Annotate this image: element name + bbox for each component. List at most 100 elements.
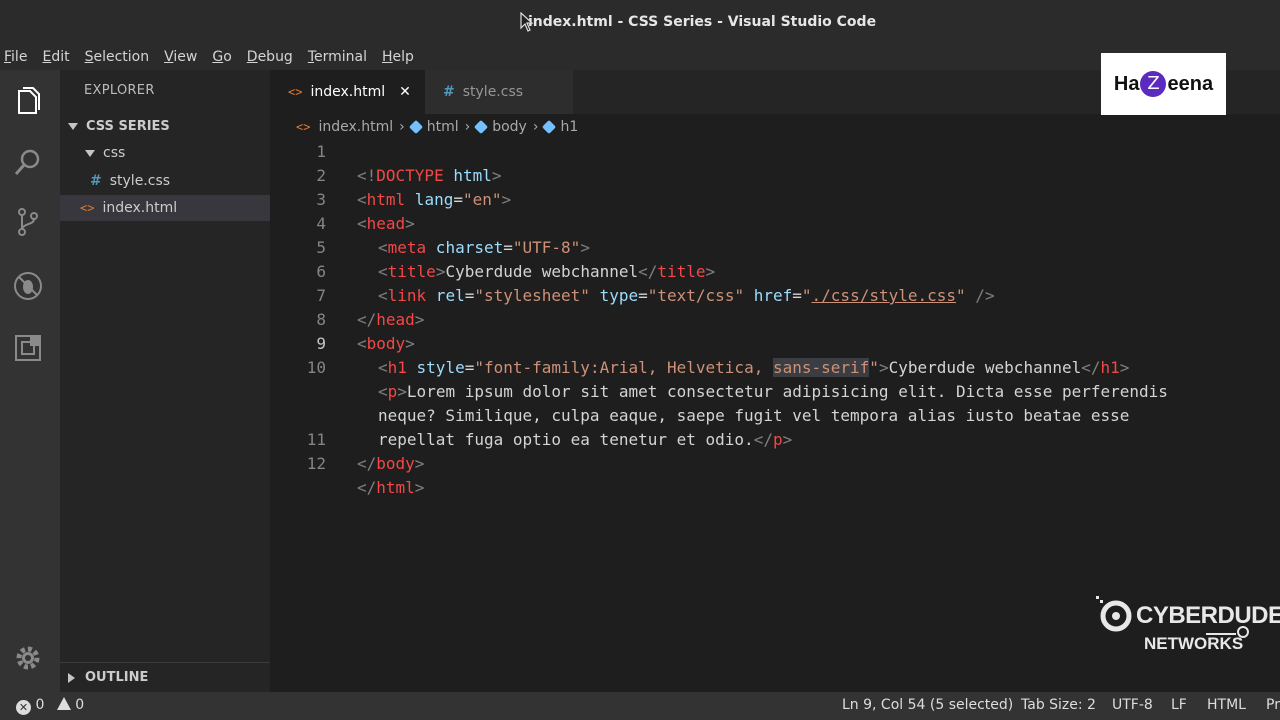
- menu-debug-mnemonic: D: [246, 49, 258, 65]
- outline-section[interactable]: OUTLINE: [60, 662, 270, 692]
- html-file-icon: <>: [288, 85, 303, 99]
- code-line: </body>: [357, 454, 425, 473]
- menu-selection[interactable]: Selection: [85, 49, 150, 65]
- menu-go-mnemonic: G: [212, 49, 224, 65]
- line-number: 6: [316, 262, 326, 281]
- file-index-html[interactable]: <> index.html: [60, 195, 270, 221]
- tab-label: index.html: [310, 84, 386, 100]
- line-number: 2: [316, 166, 326, 185]
- chevron-right-icon: ›: [464, 119, 471, 135]
- line-number: 8: [316, 310, 326, 329]
- code-line: <p>Lorem ipsum dolor sit amet consectetu…: [378, 382, 1168, 401]
- debug-icon[interactable]: [10, 268, 46, 304]
- title-bar: index.html - CSS Series - Visual Studio …: [0, 0, 1280, 44]
- activity-bar: [0, 70, 60, 692]
- tab-label: style.css: [462, 84, 524, 100]
- line-number: 5: [316, 238, 326, 257]
- file-label: style.css: [109, 173, 171, 189]
- chevron-right-icon: [68, 672, 75, 683]
- language-mode[interactable]: HTML: [1207, 697, 1246, 713]
- folder-css[interactable]: css: [60, 140, 270, 166]
- code-line-wrapped: repellat fuga optio ea tenetur et odio.<…: [378, 430, 793, 449]
- outline-title: OUTLINE: [85, 670, 149, 685]
- menu-help-rest: elp: [392, 49, 414, 65]
- workspace-section[interactable]: CSS SERIES: [60, 113, 270, 139]
- line-number: 3: [316, 190, 326, 209]
- chevron-down-icon: [68, 122, 78, 130]
- tab-index-html[interactable]: <> index.html ✕: [270, 70, 425, 114]
- source-control-icon[interactable]: [10, 204, 46, 240]
- gear-icon[interactable]: [10, 640, 46, 676]
- mouse-cursor-icon: [520, 12, 534, 32]
- logo-line-2: NETWORKS: [1144, 634, 1244, 653]
- menu-go[interactable]: Go: [212, 49, 231, 65]
- menu-debug[interactable]: Debug: [247, 49, 293, 65]
- encoding[interactable]: UTF-8: [1112, 697, 1153, 713]
- code-line: </head>: [357, 310, 425, 329]
- code-line: <meta charset="UTF-8">: [378, 238, 590, 257]
- code-line: </html>: [357, 478, 425, 497]
- breadcrumb-h1[interactable]: h1: [560, 119, 578, 135]
- logo-text-right: eena: [1167, 72, 1214, 95]
- explorer-header: EXPLORER: [84, 83, 155, 98]
- file-label: index.html: [102, 200, 178, 216]
- window-title: index.html - CSS Series - Visual Studio …: [527, 14, 877, 30]
- menu-help[interactable]: Help: [382, 49, 414, 65]
- html-file-icon: <>: [296, 120, 311, 134]
- files-icon[interactable]: [10, 84, 46, 120]
- logo-text-mid: Z: [1140, 71, 1167, 97]
- logo-text-left: Ha: [1113, 72, 1140, 95]
- warning-count: 0: [75, 697, 85, 713]
- cursor-position[interactable]: Ln 9, Col 54 (5 selected): [842, 697, 1013, 713]
- text-selection: sans-serif: [772, 358, 870, 377]
- menu-view[interactable]: View: [164, 49, 197, 65]
- breadcrumb-body[interactable]: body: [492, 119, 527, 135]
- breadcrumb: <> index.html › html › body › h1: [270, 114, 1280, 140]
- logo-line-1: CYBERDUDE: [1136, 602, 1280, 629]
- menu-terminal[interactable]: Terminal: [308, 49, 367, 65]
- warning-icon: [56, 697, 71, 710]
- channel-logo: Ha Zeena: [1101, 53, 1226, 115]
- line-number: 1: [316, 142, 326, 161]
- html-file-icon: <>: [80, 201, 95, 215]
- status-item-cut[interactable]: Pr: [1266, 697, 1280, 713]
- breadcrumb-file[interactable]: index.html: [318, 119, 393, 135]
- chevron-right-icon: ›: [399, 119, 405, 135]
- code-line: <h1 style="font-family:Arial, Helvetica,…: [378, 358, 1130, 377]
- extensions-icon[interactable]: [10, 330, 46, 366]
- error-icon: ✕: [16, 700, 31, 715]
- tab-size[interactable]: Tab Size: 2: [1021, 697, 1096, 713]
- line-number: 11: [306, 430, 326, 449]
- css-file-icon: #: [90, 173, 102, 189]
- file-style-css[interactable]: # style.css: [60, 168, 270, 194]
- workspace-title: CSS SERIES: [86, 118, 170, 134]
- menu-view-rest: iew: [173, 49, 198, 65]
- menu-terminal-rest: erminal: [314, 49, 368, 65]
- line-number: 4: [316, 214, 326, 233]
- line-number: 10: [306, 358, 326, 377]
- chevron-down-icon: [85, 149, 95, 157]
- menu-edit[interactable]: Edit: [42, 49, 69, 65]
- code-line: <html lang="en">: [357, 190, 512, 209]
- code-line: <title>Cyberdude webchannel</title>: [378, 262, 716, 281]
- href-link: ./css/style.css: [811, 286, 957, 305]
- menu-bar: File Edit Selection View Go Debug Termin…: [0, 44, 1280, 70]
- explorer-sidebar: EXPLORER CSS SERIES css # style.css <> i…: [60, 70, 270, 692]
- menu-selection-rest: election: [93, 49, 150, 65]
- code-line: <body>: [357, 334, 415, 353]
- tab-style-css[interactable]: # style.css: [425, 70, 573, 114]
- cyberdude-logo: CYBERDUDE NETWORKS: [1096, 596, 1280, 662]
- element-icon: [474, 119, 489, 135]
- problems-indicator[interactable]: ✕ 0 0: [16, 697, 84, 715]
- close-icon[interactable]: ✕: [399, 84, 411, 100]
- css-file-icon: #: [443, 84, 455, 100]
- menu-file[interactable]: File: [4, 49, 27, 65]
- search-icon[interactable]: [10, 144, 46, 180]
- breadcrumb-html[interactable]: html: [427, 119, 459, 135]
- error-count: 0: [35, 697, 45, 713]
- menu-file-mnemonic: F: [4, 49, 12, 65]
- code-line: <head>: [357, 214, 415, 233]
- folder-label: css: [103, 145, 126, 161]
- end-of-line[interactable]: LF: [1171, 697, 1187, 713]
- menu-edit-mnemonic: E: [42, 49, 52, 65]
